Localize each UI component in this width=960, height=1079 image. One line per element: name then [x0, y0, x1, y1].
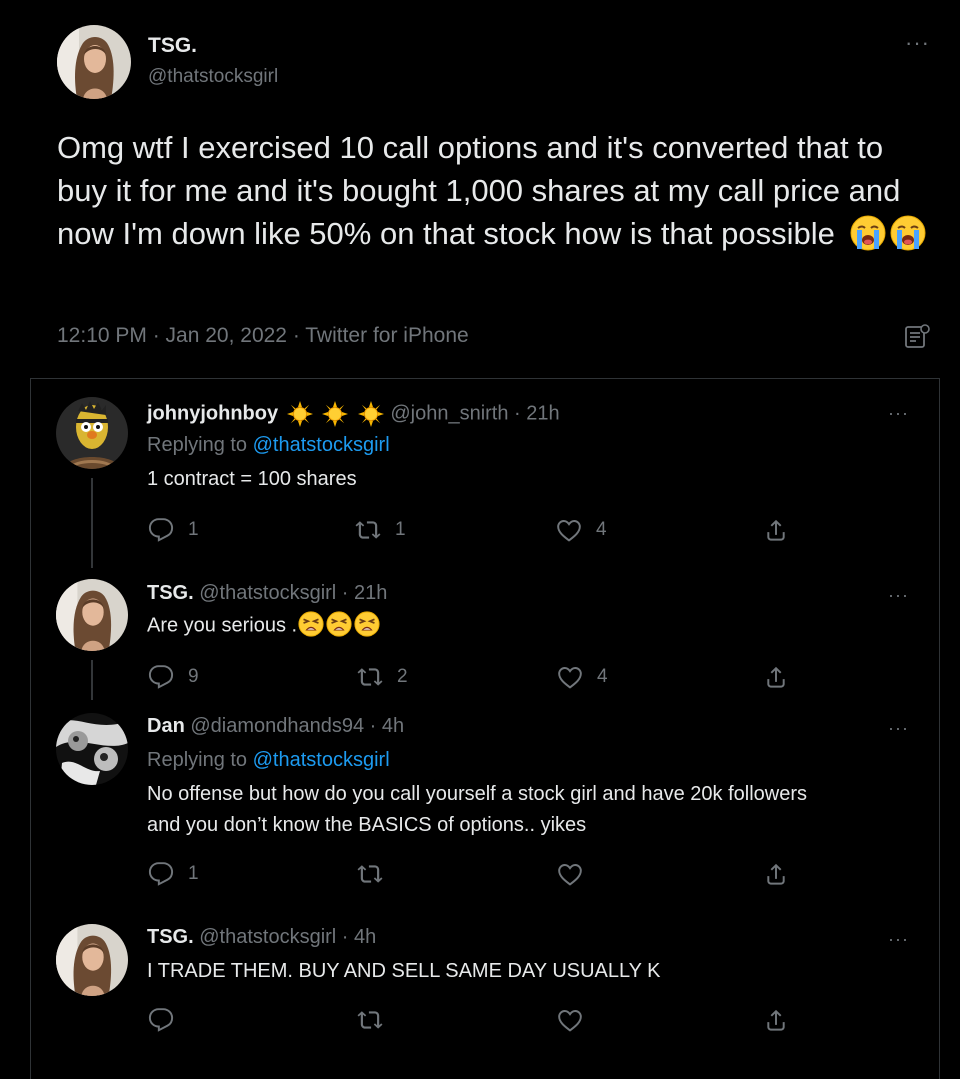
- author-name[interactable]: TSG.: [148, 34, 197, 58]
- share-button[interactable]: [763, 664, 789, 690]
- avatar-image: [56, 713, 128, 785]
- reply-button[interactable]: 1: [148, 517, 199, 543]
- reply-header: Dan @diamondhands94 · 4h: [147, 715, 404, 738]
- share-icon: [763, 1007, 789, 1033]
- retweet-icon: [357, 664, 383, 690]
- author-handle-time[interactable]: @diamondhands94 · 4h: [190, 715, 404, 737]
- like-icon: [557, 664, 583, 690]
- avatar-image: [56, 924, 128, 996]
- avatar-image: [56, 397, 128, 469]
- author-name[interactable]: TSG.: [147, 582, 194, 604]
- avatar-image: [57, 25, 131, 99]
- like-button[interactable]: [557, 861, 597, 887]
- replying-to: Replying to @thatstocksgirl: [147, 749, 390, 772]
- share-icon: [763, 664, 789, 690]
- reply-header: TSG. @thatstocksgirl · 21h: [147, 582, 387, 605]
- reply-text: 1 contract = 100 shares: [147, 468, 357, 490]
- thread-line: [91, 478, 93, 568]
- avatar[interactable]: [56, 579, 128, 651]
- like-count: 4: [597, 666, 608, 687]
- more-options-icon[interactable]: ···: [888, 404, 909, 422]
- reply-text-line: No offense but how do you call yourself …: [147, 783, 807, 805]
- like-count: 4: [596, 519, 607, 540]
- reply-icon: [148, 664, 174, 690]
- tired-face-icon: [325, 610, 353, 638]
- share-button[interactable]: [763, 861, 789, 887]
- tweet-timestamp[interactable]: 12:10 PM · Jan 20, 2022 · Twitter for iP…: [57, 324, 469, 348]
- crying-face-icon: [888, 213, 928, 253]
- retweet-count: 1: [395, 519, 406, 540]
- sun-icon: [286, 400, 314, 428]
- author-handle-time[interactable]: @thatstocksgirl · 21h: [199, 582, 387, 604]
- retweet-count: 2: [397, 666, 408, 687]
- tired-face-icon: [353, 610, 381, 638]
- reply-icon: [148, 861, 174, 887]
- share-button[interactable]: [763, 517, 789, 543]
- tired-face-icon: [297, 610, 325, 638]
- reply-button[interactable]: [148, 1007, 188, 1033]
- like-button[interactable]: 4: [556, 517, 607, 543]
- reply-text: I TRADE THEM. BUY AND SELL SAME DAY USUA…: [147, 960, 661, 982]
- more-options-icon[interactable]: ···: [888, 586, 909, 604]
- reply-icon: [148, 517, 174, 543]
- author-handle[interactable]: @thatstocksgirl: [148, 66, 278, 88]
- more-options-icon[interactable]: ···: [888, 930, 909, 948]
- avatar[interactable]: [56, 713, 128, 785]
- share-button[interactable]: [763, 1007, 789, 1033]
- author-handle-time[interactable]: @thatstocksgirl · 4h: [199, 926, 376, 948]
- more-options-icon[interactable]: ···: [905, 32, 930, 54]
- like-button[interactable]: [557, 1007, 597, 1033]
- avatar[interactable]: [56, 397, 128, 469]
- retweet-button[interactable]: [357, 1007, 397, 1033]
- reply-button[interactable]: 1: [148, 861, 199, 887]
- replying-to-handle[interactable]: @thatstocksgirl: [253, 434, 390, 456]
- reply-text-content: Are you serious .: [147, 614, 298, 637]
- author-name[interactable]: TSG.: [147, 926, 194, 948]
- reply-text-line: and you don’t know the BASICS of options…: [147, 814, 587, 836]
- replying-to-label: Replying to: [147, 434, 248, 456]
- like-button[interactable]: 4: [557, 664, 608, 690]
- tweet-text-content: Omg wtf I exercised 10 call options and …: [57, 130, 901, 251]
- author-name[interactable]: johnyjohnboy: [147, 402, 278, 424]
- avatar-image: [56, 579, 128, 651]
- reply-icon: [148, 1007, 174, 1033]
- sun-icon: [321, 400, 349, 428]
- avatar[interactable]: [56, 924, 128, 996]
- crying-face-icon: [848, 213, 888, 253]
- reply-count: 9: [188, 666, 199, 687]
- retweet-button[interactable]: [357, 861, 397, 887]
- reply-header: TSG. @thatstocksgirl · 4h: [147, 926, 376, 949]
- like-icon: [557, 861, 583, 887]
- reply-text: Are you serious .: [147, 614, 381, 638]
- avatar[interactable]: [57, 25, 131, 99]
- replying-to: Replying to @thatstocksgirl: [147, 434, 390, 457]
- like-icon: [557, 1007, 583, 1033]
- thread-line: [91, 660, 93, 700]
- retweet-button[interactable]: 1: [355, 517, 406, 543]
- reply-count: 1: [188, 519, 199, 540]
- share-icon: [763, 861, 789, 887]
- replying-to-label: Replying to: [147, 749, 248, 771]
- author-handle-time[interactable]: @john_snirth · 21h: [390, 402, 559, 424]
- tweet-text: Omg wtf I exercised 10 call options and …: [57, 126, 937, 255]
- reply-button[interactable]: 9: [148, 664, 199, 690]
- author-name[interactable]: Dan: [147, 715, 185, 737]
- retweet-icon: [355, 517, 381, 543]
- reply-header: johnyjohnboy @john_snirth · 21h: [147, 400, 560, 428]
- reply-count: 1: [188, 863, 199, 884]
- replying-to-handle[interactable]: @thatstocksgirl: [253, 749, 390, 771]
- more-options-icon[interactable]: ···: [888, 719, 909, 737]
- share-icon: [763, 517, 789, 543]
- retweet-icon: [357, 1007, 383, 1033]
- retweet-icon: [357, 861, 383, 887]
- like-icon: [556, 517, 582, 543]
- analytics-icon[interactable]: [903, 323, 931, 351]
- sun-icon: [357, 400, 385, 428]
- retweet-button[interactable]: 2: [357, 664, 408, 690]
